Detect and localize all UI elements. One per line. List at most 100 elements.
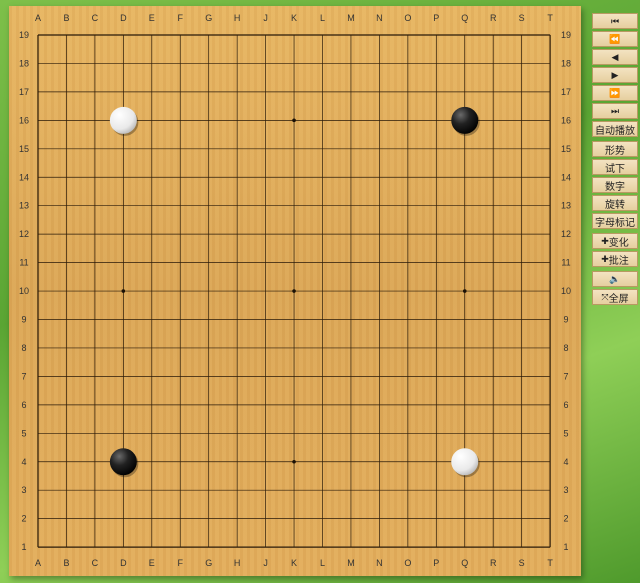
column-label-bottom: A bbox=[35, 558, 41, 568]
variation-button[interactable]: ✚ 变化 bbox=[592, 233, 638, 249]
star-point bbox=[292, 289, 296, 293]
column-label-bottom: M bbox=[347, 558, 355, 568]
step-forward-button[interactable]: ▶ bbox=[592, 67, 638, 83]
row-label-left: 18 bbox=[19, 58, 29, 68]
row-label-left: 13 bbox=[19, 201, 29, 211]
column-label-top: F bbox=[178, 13, 184, 23]
row-label-right: 1 bbox=[563, 542, 568, 552]
fast-backward-button[interactable]: ⏪ bbox=[592, 31, 638, 47]
try-button[interactable]: 试下 bbox=[592, 159, 638, 175]
star-point bbox=[292, 459, 296, 464]
column-label-top: D bbox=[120, 13, 127, 23]
autoplay-button[interactable]: 自动播放 bbox=[592, 121, 638, 137]
column-label-top: T bbox=[547, 13, 553, 23]
numbers-button[interactable]: 数字 bbox=[592, 177, 638, 193]
row-label-left: 14 bbox=[19, 172, 29, 182]
row-label-right: 12 bbox=[561, 229, 571, 239]
row-label-right: 7 bbox=[563, 371, 568, 381]
row-label-left: 8 bbox=[21, 343, 26, 353]
column-label-top: J bbox=[263, 13, 268, 23]
column-label-top: Q bbox=[461, 13, 468, 23]
plus-icon: ✚ bbox=[601, 253, 609, 264]
step-forward-icon: ▶ bbox=[611, 69, 619, 80]
row-label-left: 6 bbox=[21, 400, 26, 410]
column-label-bottom: S bbox=[519, 558, 525, 568]
last-move-icon: ⏭ bbox=[610, 105, 620, 116]
row-label-left: 12 bbox=[19, 229, 29, 239]
star-point bbox=[292, 118, 296, 123]
row-label-right: 13 bbox=[561, 201, 571, 211]
row-label-left: 1 bbox=[21, 542, 26, 552]
black-stone[interactable] bbox=[451, 106, 479, 134]
row-label-left: 15 bbox=[19, 144, 29, 154]
column-label-top: G bbox=[205, 13, 212, 23]
column-label-bottom: D bbox=[120, 558, 127, 568]
column-label-top: A bbox=[35, 13, 41, 23]
last-move-button[interactable]: ⏭ bbox=[592, 103, 638, 119]
row-label-right: 8 bbox=[563, 343, 568, 353]
row-label-right: 2 bbox=[563, 514, 568, 524]
plus-icon: ✚ bbox=[601, 235, 609, 246]
variation-label: 变化 bbox=[608, 237, 629, 249]
situation-button[interactable]: 形势 bbox=[592, 141, 638, 157]
row-label-left: 4 bbox=[21, 457, 26, 467]
column-label-top: O bbox=[404, 13, 411, 23]
control-panel: ⏮ ⏪ ◀ ▶ ⏩ ⏭ 自动播放 形势 试下 数字 旋转 字母标记 ✚ 变化 ✚ 批… bbox=[592, 13, 638, 305]
row-label-right: 4 bbox=[563, 457, 568, 467]
column-label-bottom: E bbox=[149, 558, 155, 568]
row-label-right: 3 bbox=[563, 485, 568, 495]
column-label-bottom: G bbox=[205, 558, 212, 568]
row-label-right: 14 bbox=[561, 172, 571, 182]
column-label-top: N bbox=[376, 13, 383, 23]
column-label-bottom: T bbox=[547, 558, 553, 568]
fast-forward-icon: ⏩ bbox=[609, 87, 621, 98]
column-label-bottom: H bbox=[234, 558, 241, 568]
column-label-top: K bbox=[291, 13, 297, 23]
column-label-bottom: N bbox=[376, 558, 383, 568]
row-label-left: 16 bbox=[19, 115, 29, 125]
row-label-left: 17 bbox=[19, 87, 29, 97]
row-label-left: 11 bbox=[19, 258, 28, 268]
column-label-bottom: F bbox=[178, 558, 184, 568]
fullscreen-icon: ⤧ bbox=[601, 291, 609, 302]
step-back-icon: ◀ bbox=[611, 51, 619, 62]
column-label-top: B bbox=[63, 13, 69, 23]
board-grid[interactable]: AABBCCDDEEFFGGHHJJKKLLMMNNOOPPQQRRSSTT19… bbox=[9, 6, 581, 576]
column-label-top: H bbox=[234, 13, 241, 23]
sound-icon: 🔈 bbox=[609, 273, 621, 284]
rotate-button[interactable]: 旋转 bbox=[592, 195, 638, 211]
first-move-button[interactable]: ⏮ bbox=[592, 13, 638, 29]
row-label-right: 17 bbox=[561, 87, 571, 97]
row-label-right: 15 bbox=[561, 144, 571, 154]
star-point bbox=[121, 289, 126, 293]
column-label-bottom: P bbox=[433, 558, 439, 568]
letter-marks-button[interactable]: 字母标记 bbox=[592, 213, 638, 229]
fullscreen-button[interactable]: ⤧ 全屏 bbox=[592, 289, 638, 305]
go-board[interactable]: A A B B C C D D E E F F G G H H J J K K L L M M N N O O P P Q Q R R S S T T 19… bbox=[9, 6, 581, 576]
row-label-right: 5 bbox=[563, 428, 568, 438]
row-label-left: 3 bbox=[21, 485, 26, 495]
row-label-left: 2 bbox=[21, 514, 26, 524]
step-back-button[interactable]: ◀ bbox=[592, 49, 638, 65]
row-label-left: 10 bbox=[19, 286, 29, 296]
row-label-right: 6 bbox=[563, 400, 568, 410]
white-stone[interactable] bbox=[451, 448, 479, 476]
first-move-icon: ⏮ bbox=[610, 15, 620, 26]
fast-forward-button[interactable]: ⏩ bbox=[592, 85, 638, 101]
column-label-bottom: B bbox=[63, 558, 69, 568]
row-label-right: 16 bbox=[561, 115, 571, 125]
comment-button[interactable]: ✚ 批注 bbox=[592, 251, 638, 267]
comment-label: 批注 bbox=[608, 255, 629, 267]
black-stone[interactable] bbox=[109, 448, 137, 476]
column-label-top: M bbox=[347, 13, 355, 23]
fullscreen-label: 全屏 bbox=[608, 293, 629, 305]
row-label-left: 9 bbox=[21, 315, 26, 325]
white-stone[interactable] bbox=[109, 106, 137, 134]
column-label-top: P bbox=[433, 13, 439, 23]
column-label-bottom: Q bbox=[461, 558, 468, 568]
row-label-left: 19 bbox=[19, 30, 29, 40]
column-label-bottom: R bbox=[490, 558, 497, 568]
sound-button[interactable]: 🔈 bbox=[592, 271, 638, 287]
row-label-right: 9 bbox=[563, 315, 568, 325]
column-label-bottom: C bbox=[92, 558, 99, 568]
